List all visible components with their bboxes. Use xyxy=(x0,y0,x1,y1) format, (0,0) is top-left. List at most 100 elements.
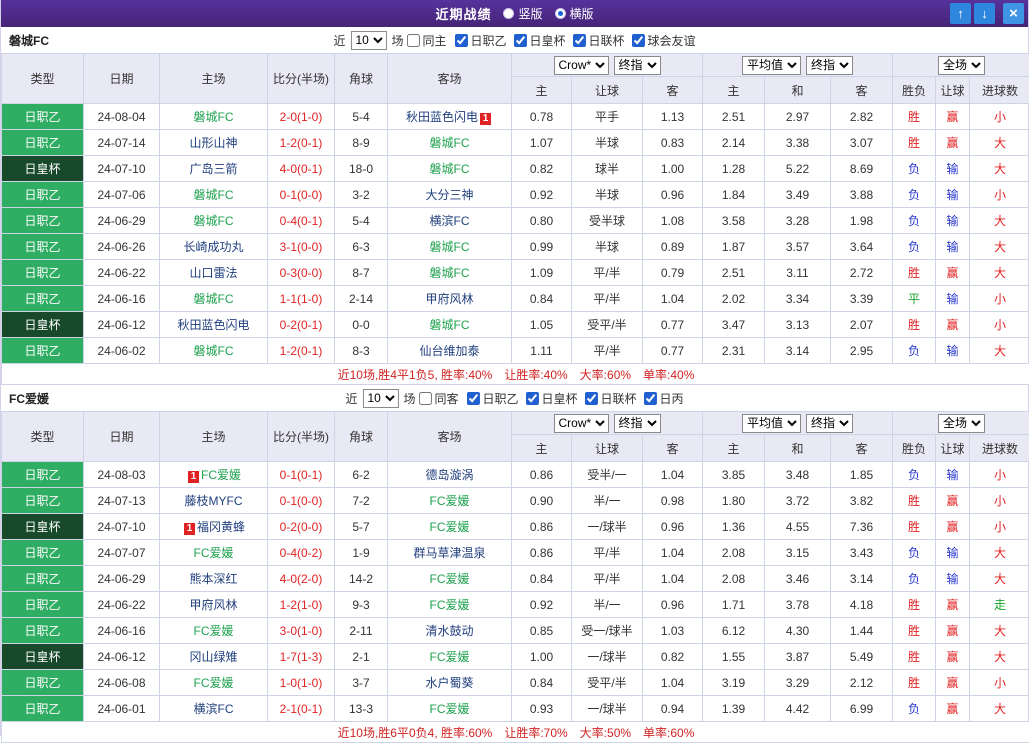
away-team-name[interactable]: 德岛漩涡 xyxy=(425,468,473,482)
league-filter-checkbox[interactable]: 日丙 xyxy=(644,390,684,407)
odds-handicap-cell: 半球 xyxy=(572,130,643,156)
away-team-name[interactable]: FC爱媛 xyxy=(430,572,470,586)
home-team-name[interactable]: 秋田蓝色闪电 xyxy=(177,318,249,332)
result-wdl-cell: 胜 xyxy=(893,312,936,338)
home-team-name[interactable]: 磐城FC xyxy=(194,110,234,124)
home-team-name[interactable]: FC爱媛 xyxy=(194,676,234,690)
horizontal-layout-radio[interactable]: 横版 xyxy=(555,5,594,22)
home-team-name[interactable]: 冈山绿雉 xyxy=(189,650,237,664)
away-team-name[interactable]: 磐城FC xyxy=(430,240,470,254)
league-filter-checkbox[interactable]: 日皇杯 xyxy=(514,32,566,49)
avg-away-cell: 2.95 xyxy=(831,338,893,364)
odds-away-cell: 1.00 xyxy=(643,156,703,182)
home-team-name[interactable]: FC爱媛 xyxy=(201,468,241,482)
same-venue-checkbox-input[interactable] xyxy=(418,392,431,405)
home-team-name[interactable]: 藤枝MYFC xyxy=(185,494,243,508)
home-team-name[interactable]: 磐城FC xyxy=(194,292,234,306)
home-team-name[interactable]: 磐城FC xyxy=(194,214,234,228)
bookmaker-select[interactable]: Crow* xyxy=(554,414,609,433)
match-count-select[interactable]: 10 xyxy=(350,31,386,50)
away-team-name[interactable]: FC爱媛 xyxy=(430,520,470,534)
league-checkbox-input[interactable] xyxy=(573,34,586,47)
result-goals-cell: 大 xyxy=(970,208,1029,234)
average-time-select[interactable]: 终指 xyxy=(806,414,853,433)
home-team-name[interactable]: 磐城FC xyxy=(194,344,234,358)
league-checkbox-input[interactable] xyxy=(644,392,657,405)
odds-time-select[interactable]: 终指 xyxy=(614,56,661,75)
home-team-name[interactable]: 福冈黄蜂 xyxy=(197,520,245,534)
result-wdl-cell: 负 xyxy=(893,208,936,234)
home-team-name[interactable]: 熊本深红 xyxy=(189,572,237,586)
avg-draw-cell: 3.29 xyxy=(765,670,831,696)
home-team-cell: 冈山绿雉 xyxy=(160,644,268,670)
home-team-name[interactable]: 长崎成功丸 xyxy=(183,240,243,254)
league-checkbox-input[interactable] xyxy=(632,34,645,47)
home-team-name[interactable]: FC爱媛 xyxy=(194,546,234,560)
away-team-name[interactable]: 甲府风林 xyxy=(425,292,473,306)
away-team-name[interactable]: 磐城FC xyxy=(430,136,470,150)
result-wdl-cell: 负 xyxy=(893,156,936,182)
league-checkbox-input[interactable] xyxy=(466,392,479,405)
home-team-name[interactable]: 山形山神 xyxy=(189,136,237,150)
home-team-name[interactable]: 广岛三箭 xyxy=(189,162,237,176)
home-team-name[interactable]: 磐城FC xyxy=(194,188,234,202)
average-select[interactable]: 平均值 xyxy=(742,56,801,75)
league-checkbox-input[interactable] xyxy=(585,392,598,405)
away-team-name[interactable]: 磐城FC xyxy=(430,266,470,280)
period-select[interactable]: 全场 xyxy=(938,414,985,433)
league-checkbox-input[interactable] xyxy=(454,34,467,47)
league-filter-checkbox[interactable]: 日职乙 xyxy=(454,32,506,49)
vertical-layout-radio[interactable]: 竖版 xyxy=(503,5,542,22)
away-team-cell: FC爱媛 xyxy=(388,696,512,722)
away-team-name[interactable]: 磐城FC xyxy=(430,162,470,176)
scroll-down-button[interactable]: ↓ xyxy=(974,3,995,24)
home-team-name[interactable]: 甲府风林 xyxy=(189,598,237,612)
league-filter-checkbox[interactable]: 球会友谊 xyxy=(632,32,696,49)
home-team-name[interactable]: 山口雷法 xyxy=(189,266,237,280)
league-type-cell: 日职乙 xyxy=(2,130,84,156)
close-button[interactable]: × xyxy=(1003,3,1024,24)
league-filter-checkbox[interactable]: 日联杯 xyxy=(585,390,637,407)
odds-away-cell: 0.79 xyxy=(643,260,703,286)
away-team-name[interactable]: FC爱媛 xyxy=(430,598,470,612)
away-team-name[interactable]: FC爱媛 xyxy=(430,494,470,508)
league-filter-checkbox[interactable]: 日职乙 xyxy=(466,390,518,407)
odds-handicap-cell: 球半 xyxy=(572,156,643,182)
league-checkbox-input[interactable] xyxy=(526,392,539,405)
away-team-name[interactable]: 磐城FC xyxy=(430,318,470,332)
league-filter-checkbox[interactable]: 日联杯 xyxy=(573,32,625,49)
match-count-select[interactable]: 10 xyxy=(362,389,398,408)
radio-checked-icon xyxy=(555,8,566,19)
away-team-cell: 秋田蓝色闪电1 xyxy=(388,104,512,130)
scroll-up-button[interactable]: ↑ xyxy=(950,3,971,24)
same-venue-checkbox[interactable]: 同主 xyxy=(406,32,446,49)
same-venue-checkbox-input[interactable] xyxy=(406,34,419,47)
home-team-cell: 长崎成功丸 xyxy=(160,234,268,260)
corner-cell: 2-11 xyxy=(335,618,388,644)
same-venue-checkbox[interactable]: 同客 xyxy=(418,390,458,407)
period-select[interactable]: 全场 xyxy=(938,56,985,75)
home-team-name[interactable]: 横滨FC xyxy=(194,702,234,716)
home-team-name[interactable]: FC爱媛 xyxy=(194,624,234,638)
away-team-name[interactable]: 清水鼓动 xyxy=(425,624,473,638)
col-header-score: 比分(半场) xyxy=(268,54,335,104)
league-checkbox-input[interactable] xyxy=(514,34,527,47)
average-select[interactable]: 平均值 xyxy=(742,414,801,433)
away-team-name[interactable]: 大分三神 xyxy=(425,188,473,202)
average-time-select[interactable]: 终指 xyxy=(806,56,853,75)
bookmaker-select[interactable]: Crow* xyxy=(554,56,609,75)
odds-home-cell: 0.93 xyxy=(512,696,572,722)
away-team-name[interactable]: 群马草津温泉 xyxy=(413,546,485,560)
league-filter-checkbox[interactable]: 日皇杯 xyxy=(526,390,578,407)
away-team-name[interactable]: 秋田蓝色闪电 xyxy=(406,110,478,124)
corner-cell: 13-3 xyxy=(335,696,388,722)
away-team-name[interactable]: FC爱媛 xyxy=(430,702,470,716)
away-team-name[interactable]: 水户蜀葵 xyxy=(425,676,473,690)
away-team-name[interactable]: FC爱媛 xyxy=(430,650,470,664)
away-team-name[interactable]: 横滨FC xyxy=(430,214,470,228)
odds-time-select[interactable]: 终指 xyxy=(614,414,661,433)
table-row: 日皇杯 24-06-12 秋田蓝色闪电 0-2(0-1) 0-0 磐城FC 1.… xyxy=(2,312,1029,338)
odds-home-cell: 1.05 xyxy=(512,312,572,338)
away-team-name[interactable]: 仙台维加泰 xyxy=(419,344,479,358)
avg-home-cell: 1.84 xyxy=(703,182,765,208)
